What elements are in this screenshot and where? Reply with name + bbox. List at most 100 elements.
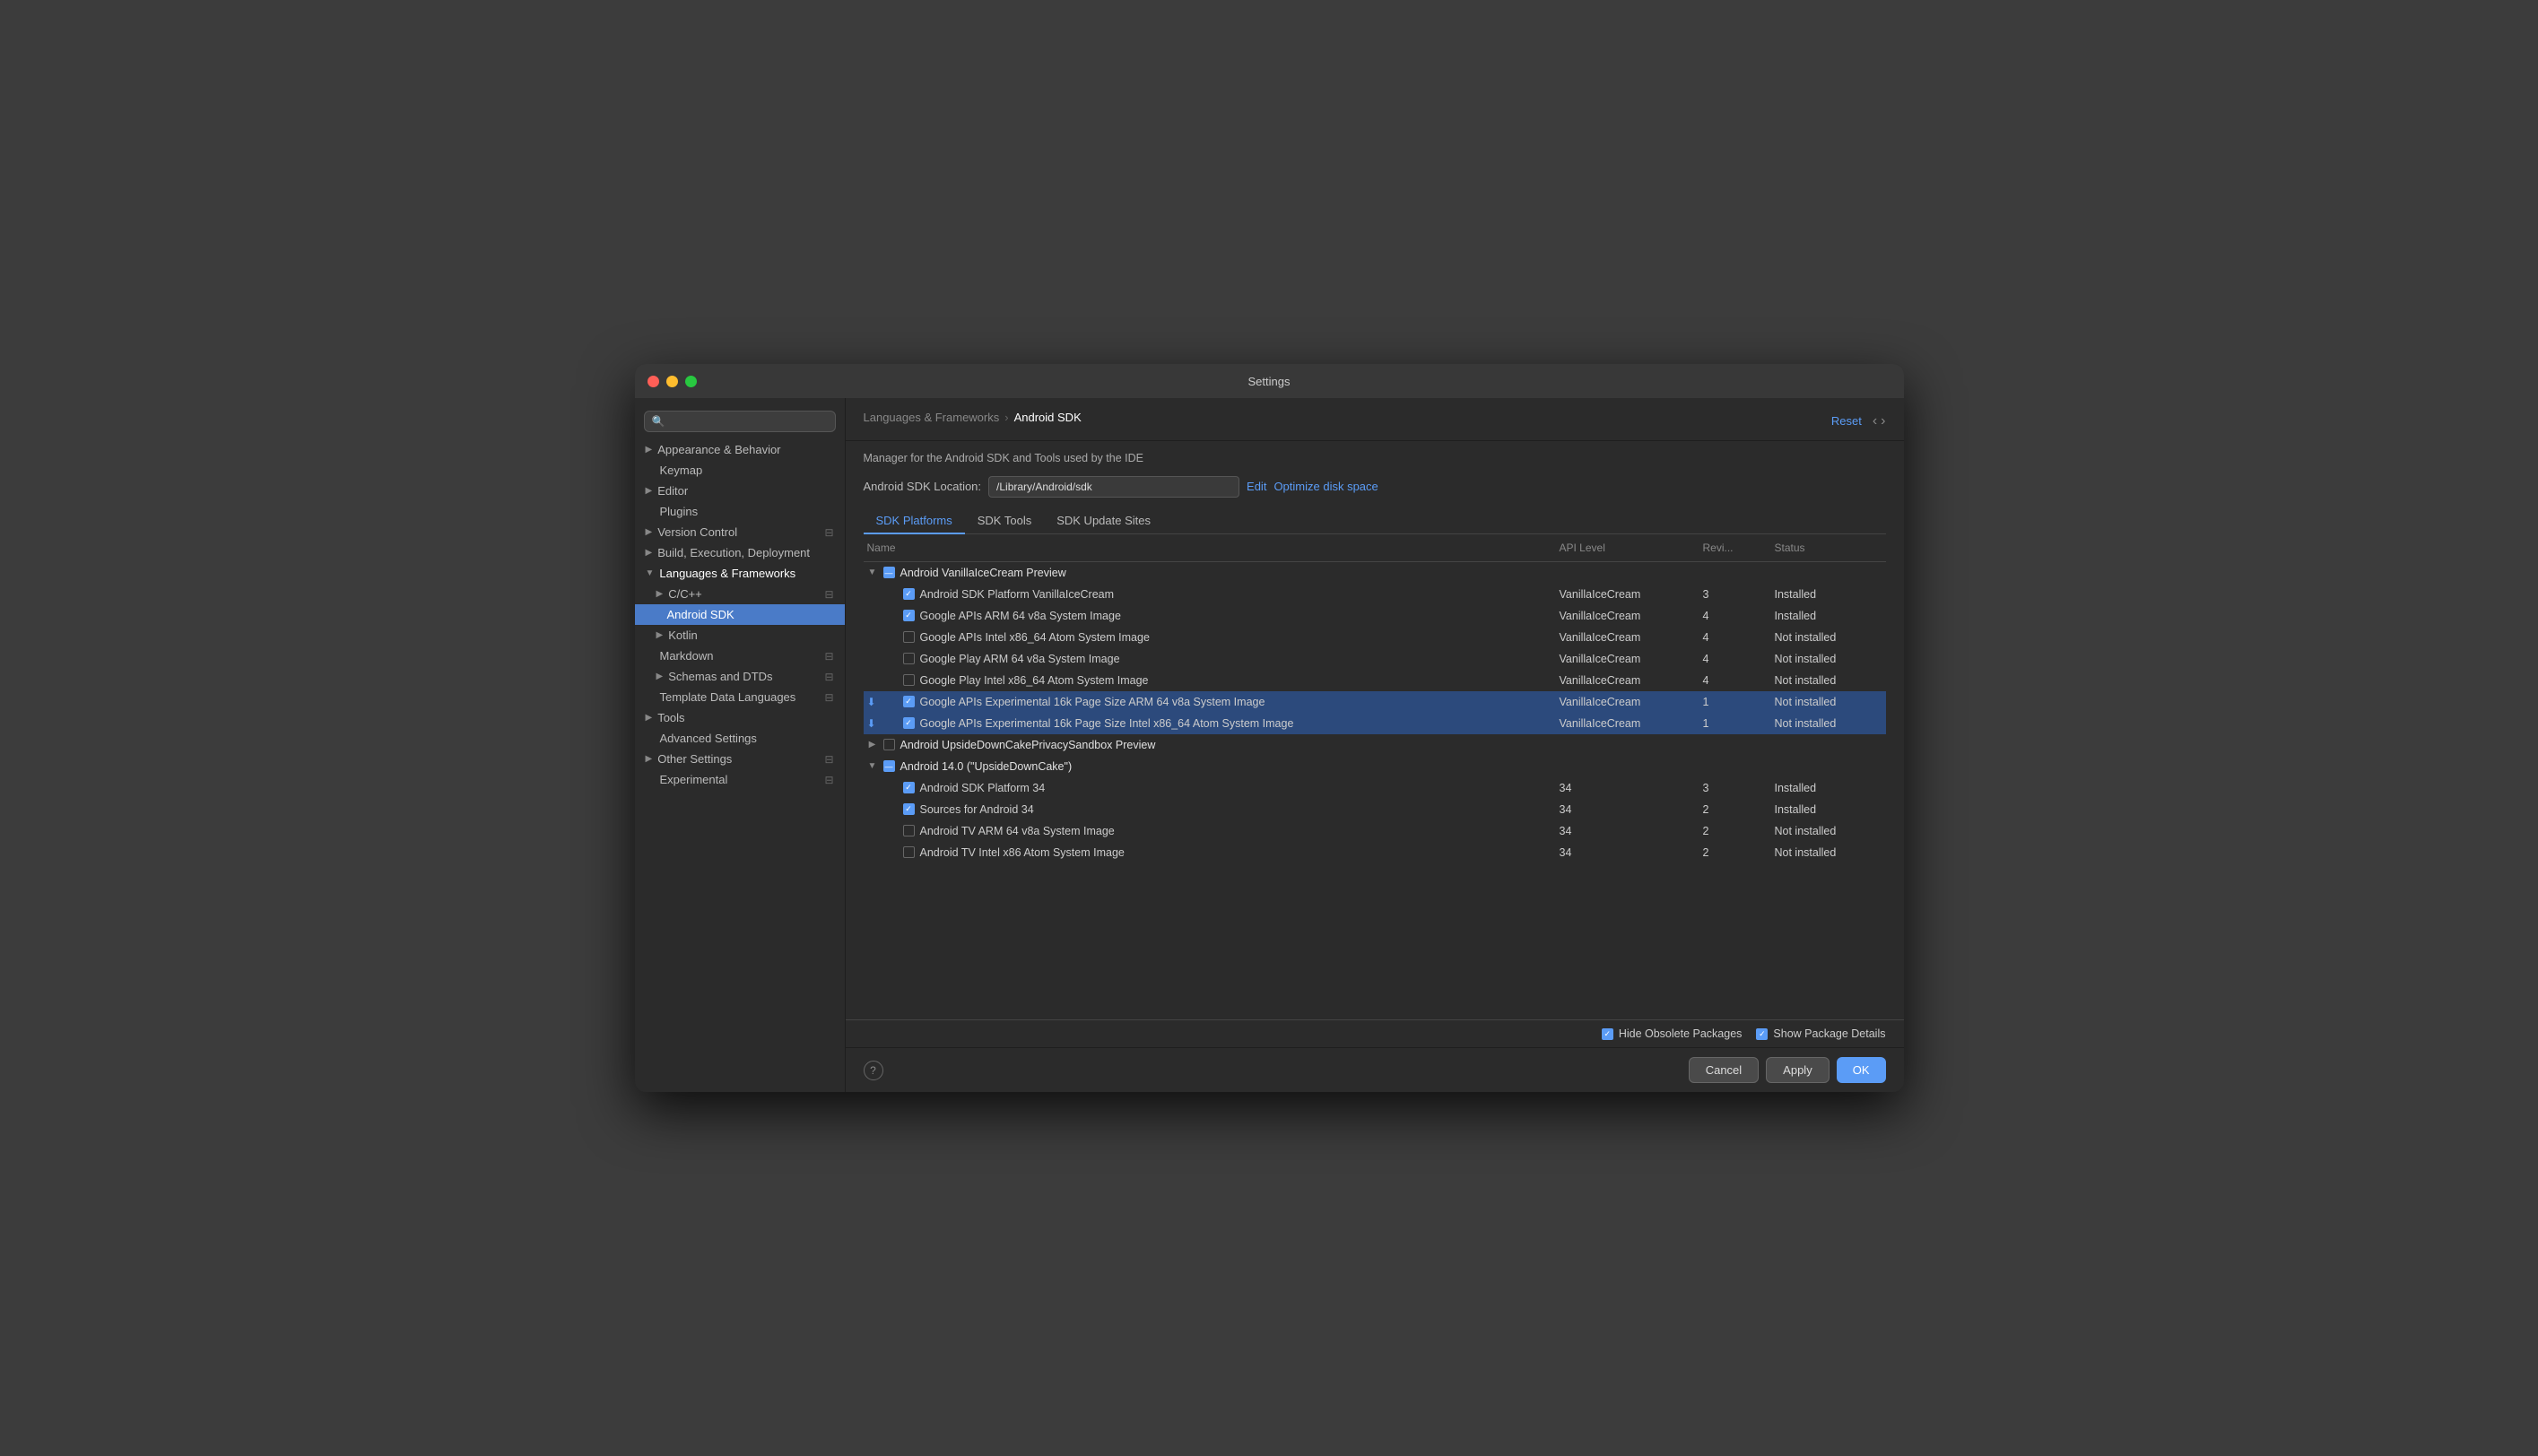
- tab-sdk-tools[interactable]: SDK Tools: [965, 508, 1044, 534]
- sidebar-item-keymap[interactable]: Keymap: [635, 460, 845, 481]
- sidebar-item-kotlin[interactable]: ▶ Kotlin: [635, 625, 845, 646]
- table-row[interactable]: ▼ — Android VanillaIceCream Preview: [864, 562, 1886, 584]
- sidebar-item-experimental[interactable]: Experimental ⊟: [635, 769, 845, 790]
- sidebar-item-other[interactable]: ▶ Other Settings ⊟: [635, 749, 845, 769]
- window-icon: ⊟: [824, 650, 833, 663]
- sidebar-item-editor[interactable]: ▶ Editor: [635, 481, 845, 501]
- row-checkbox[interactable]: ✓: [903, 588, 915, 600]
- sidebar-item-android-sdk[interactable]: Android SDK: [635, 604, 845, 625]
- table-row[interactable]: ✓ Android SDK Platform 34 34 3 Installed: [864, 777, 1886, 799]
- back-button[interactable]: ‹: [1873, 413, 1877, 429]
- edit-button[interactable]: Edit: [1247, 480, 1266, 493]
- sidebar-item-tools[interactable]: ▶ Tools: [635, 707, 845, 728]
- row-name: Google APIs Intel x86_64 Atom System Ima…: [920, 631, 1150, 644]
- row-checkbox[interactable]: [903, 674, 915, 686]
- sidebar-item-build[interactable]: ▶ Build, Execution, Deployment: [635, 542, 845, 563]
- tab-sdk-update-sites[interactable]: SDK Update Sites: [1044, 508, 1163, 534]
- row-api: VanillaIceCream: [1560, 631, 1703, 644]
- row-checkbox[interactable]: [903, 825, 915, 836]
- table-row[interactable]: ✓ Sources for Android 34 34 2 Installed: [864, 799, 1886, 820]
- search-box[interactable]: 🔍: [644, 411, 836, 432]
- minimize-button[interactable]: [666, 376, 678, 387]
- help-icon: ?: [870, 1064, 876, 1077]
- row-api: VanillaIceCream: [1560, 674, 1703, 687]
- row-status: Not installed: [1775, 674, 1882, 687]
- sidebar-item-appearance[interactable]: ▶ Appearance & Behavior: [635, 439, 845, 460]
- search-input[interactable]: [670, 415, 827, 428]
- row-status: Installed: [1775, 782, 1882, 794]
- hide-obsolete-option[interactable]: ✓ Hide Obsolete Packages: [1602, 1027, 1743, 1040]
- row-checkbox[interactable]: ✓: [903, 696, 915, 707]
- row-checkbox[interactable]: [903, 846, 915, 858]
- row-checkbox[interactable]: [903, 653, 915, 664]
- name-cell: ▶ Android UpsideDownCakePrivacySandbox P…: [867, 739, 1560, 751]
- row-name: Android TV ARM 64 v8a System Image: [920, 825, 1115, 837]
- sidebar-item-template[interactable]: Template Data Languages ⊟: [635, 687, 845, 707]
- settings-window: Settings 🔍 ▶ Appearance & Behavior Keyma…: [635, 364, 1904, 1092]
- table-row[interactable]: Google Play ARM 64 v8a System Image Vani…: [864, 648, 1886, 670]
- table-row[interactable]: ▶ Android UpsideDownCakePrivacySandbox P…: [864, 734, 1886, 756]
- maximize-button[interactable]: [685, 376, 697, 387]
- breadcrumb-parent: Languages & Frameworks: [864, 411, 1000, 424]
- row-name: Google APIs Experimental 16k Page Size I…: [920, 717, 1294, 730]
- sidebar-item-schemas[interactable]: ▶ Schemas and DTDs ⊟: [635, 666, 845, 687]
- row-checkbox[interactable]: ✓: [903, 803, 915, 815]
- table-row[interactable]: ✓ Google APIs ARM 64 v8a System Image Va…: [864, 605, 1886, 627]
- ok-button[interactable]: OK: [1837, 1057, 1886, 1083]
- download-icon: ⬇: [867, 717, 882, 730]
- show-package-checkbox[interactable]: ✓: [1756, 1028, 1768, 1040]
- row-checkbox[interactable]: [903, 631, 915, 643]
- sidebar-item-cplusplus[interactable]: ▶ C/C++ ⊟: [635, 584, 845, 604]
- sidebar-item-version-control[interactable]: ▶ Version Control ⊟: [635, 522, 845, 542]
- table-row[interactable]: Google APIs Intel x86_64 Atom System Ima…: [864, 627, 1886, 648]
- row-status: Not installed: [1775, 631, 1882, 644]
- apply-button[interactable]: Apply: [1766, 1057, 1830, 1083]
- group-checkbox[interactable]: —: [883, 760, 895, 772]
- row-status: Not installed: [1775, 717, 1882, 730]
- sidebar-item-label: Advanced Settings: [660, 732, 757, 745]
- sdk-location-input[interactable]: [988, 476, 1239, 498]
- sidebar-item-plugins[interactable]: Plugins: [635, 501, 845, 522]
- sidebar-item-label: Appearance & Behavior: [657, 443, 780, 456]
- row-rev: 1: [1703, 717, 1775, 730]
- sidebar-item-languages[interactable]: ▼ Languages & Frameworks: [635, 563, 845, 584]
- sidebar-item-markdown[interactable]: Markdown ⊟: [635, 646, 845, 666]
- group-checkbox[interactable]: [883, 739, 895, 750]
- table-row[interactable]: ⬇ ✓ Google APIs Experimental 16k Page Si…: [864, 713, 1886, 734]
- help-button[interactable]: ?: [864, 1061, 883, 1080]
- row-status: Installed: [1775, 588, 1882, 601]
- reset-button[interactable]: Reset: [1831, 414, 1862, 428]
- window-icon: ⊟: [824, 671, 833, 683]
- cancel-button[interactable]: Cancel: [1689, 1057, 1759, 1083]
- row-rev: 3: [1703, 588, 1775, 601]
- forward-button[interactable]: ›: [1881, 413, 1885, 429]
- row-checkbox[interactable]: ✓: [903, 782, 915, 793]
- row-checkbox[interactable]: ✓: [903, 717, 915, 729]
- group-checkbox[interactable]: —: [883, 567, 895, 578]
- row-name: Android 14.0 ("UpsideDownCake"): [900, 760, 1073, 773]
- expand-icon[interactable]: ▼: [867, 761, 878, 771]
- show-package-option[interactable]: ✓ Show Package Details: [1756, 1027, 1885, 1040]
- breadcrumb: Languages & Frameworks › Android SDK: [864, 411, 1082, 424]
- sidebar-item-advanced[interactable]: Advanced Settings: [635, 728, 845, 749]
- expand-icon[interactable]: ▶: [867, 740, 878, 750]
- close-button[interactable]: [648, 376, 659, 387]
- chevron-icon: ▶: [656, 589, 664, 599]
- table-row[interactable]: ✓ Android SDK Platform VanillaIceCream V…: [864, 584, 1886, 605]
- expand-icon[interactable]: ▼: [867, 568, 878, 577]
- table-row[interactable]: Android TV Intel x86 Atom System Image 3…: [864, 842, 1886, 863]
- table-row[interactable]: Android TV ARM 64 v8a System Image 34 2 …: [864, 820, 1886, 842]
- optimize-disk-button[interactable]: Optimize disk space: [1273, 480, 1378, 493]
- hide-obsolete-checkbox[interactable]: ✓: [1602, 1028, 1613, 1040]
- tab-sdk-platforms[interactable]: SDK Platforms: [864, 508, 965, 534]
- table-row[interactable]: ⬇ ✓ Google APIs Experimental 16k Page Si…: [864, 691, 1886, 713]
- titlebar: Settings: [635, 364, 1904, 398]
- row-status: Not installed: [1775, 825, 1882, 837]
- table-row[interactable]: Google Play Intel x86_64 Atom System Ima…: [864, 670, 1886, 691]
- row-checkbox[interactable]: ✓: [903, 610, 915, 621]
- row-api: VanillaIceCream: [1560, 610, 1703, 622]
- sidebar-item-label: Android SDK: [667, 608, 734, 621]
- window-title: Settings: [1248, 375, 1291, 388]
- table-row[interactable]: ▼ — Android 14.0 ("UpsideDownCake"): [864, 756, 1886, 777]
- sidebar-item-label: Markdown: [660, 649, 714, 663]
